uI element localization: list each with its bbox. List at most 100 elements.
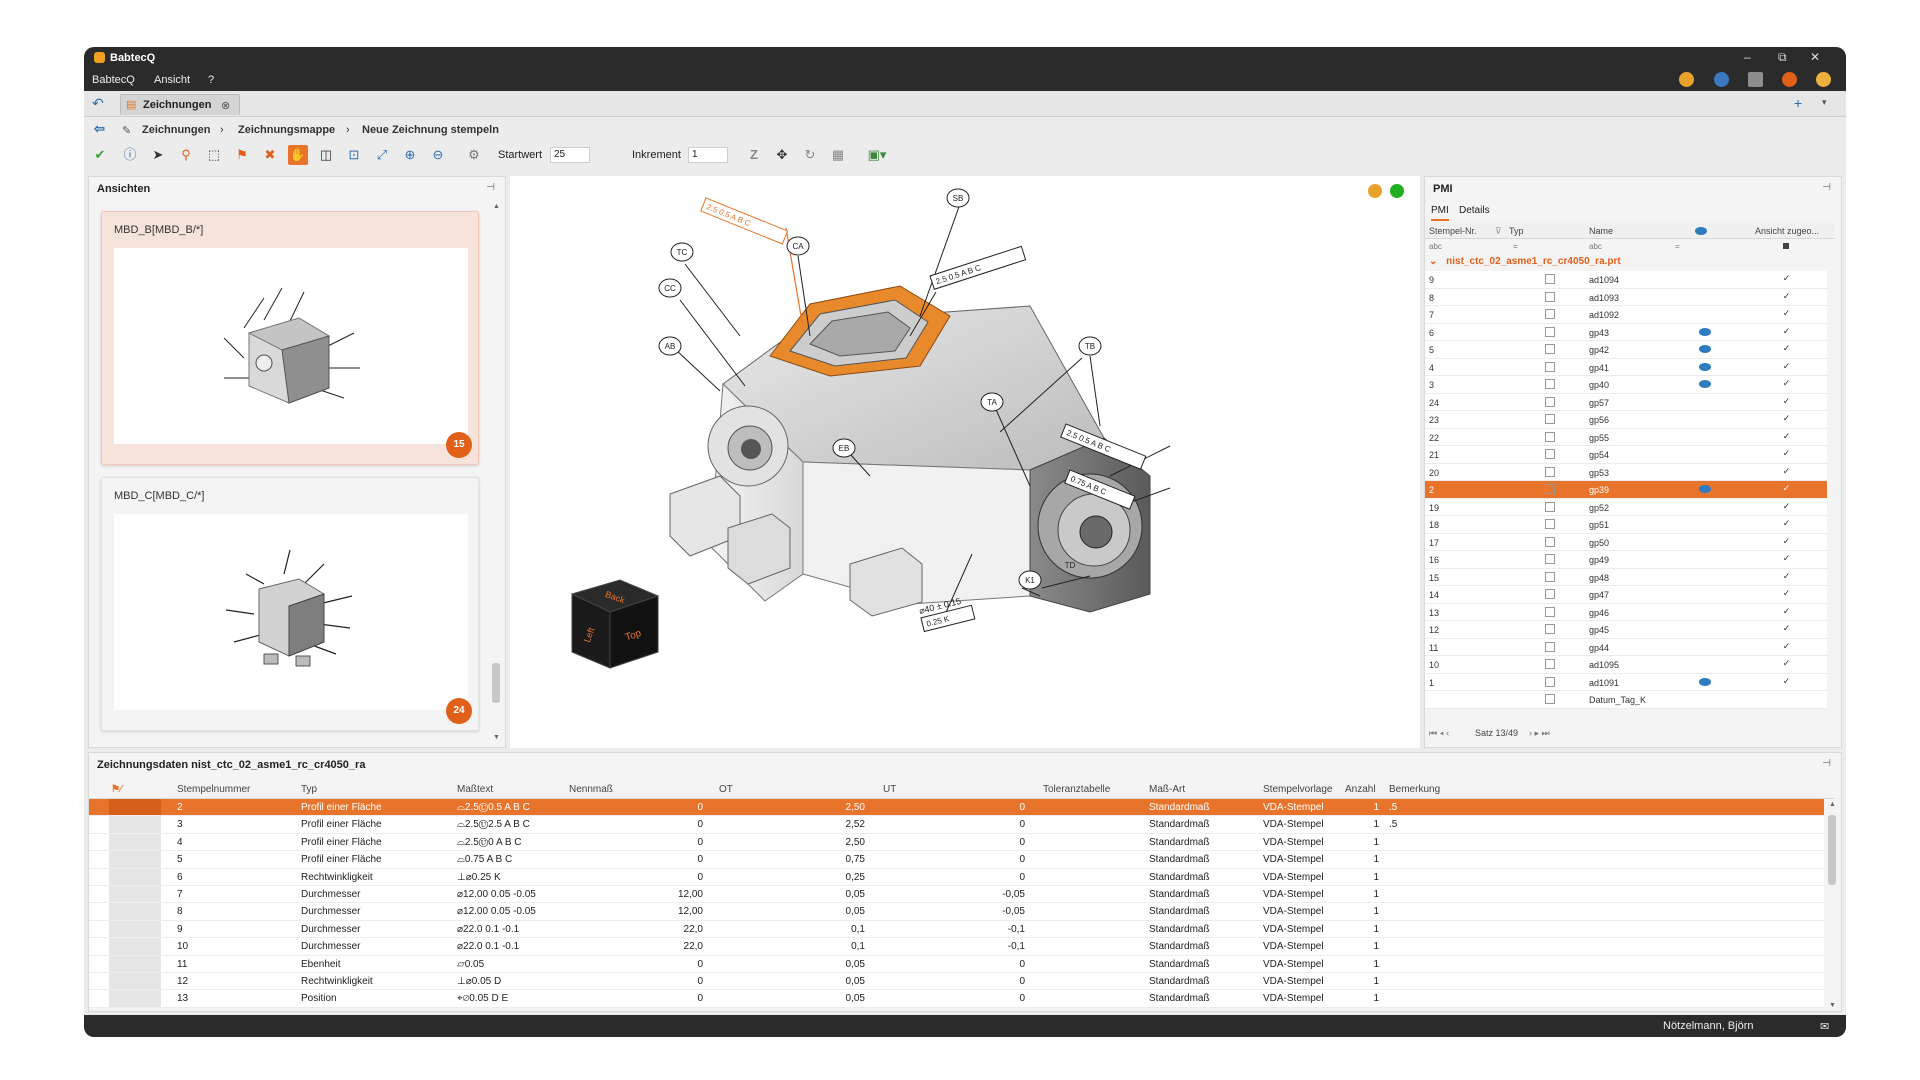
stamp-icon[interactable]: ⚲ <box>176 145 196 165</box>
data-col-header[interactable]: Stempelvorlage <box>1263 784 1332 795</box>
view-card-mbd-c[interactable]: MBD_C[MBD_C/*] 24 <box>101 477 479 731</box>
data-col-header[interactable]: OT <box>719 784 733 795</box>
stamp-tools-icon[interactable]: ⚑⁄ <box>111 784 122 795</box>
data-col-header[interactable]: UT <box>883 784 896 795</box>
data-row[interactable]: 11 Ebenheit ⏥0.05 0 0,05 0 Standardmaß VDA-Stem… <box>89 955 1824 973</box>
assigned-checkbox[interactable]: ✓ <box>1781 343 1792 354</box>
refresh-icon[interactable] <box>1782 72 1797 87</box>
crumb-zeichnungen[interactable]: Zeichnungen <box>142 124 210 136</box>
close-button[interactable]: ✕ <box>1810 50 1820 64</box>
pmi-row[interactable]: 10 ad1095 ✓ <box>1425 656 1827 674</box>
assigned-checkbox[interactable]: ✓ <box>1781 676 1792 687</box>
pmi-row[interactable]: 23 gp56 ✓ <box>1425 411 1827 429</box>
pin-icon[interactable]: ⊣ <box>486 182 495 193</box>
assigned-checkbox[interactable]: ✓ <box>1781 483 1792 494</box>
data-row[interactable]: 3 Profil einer Fläche ⌓2.5Ⓤ2.5 A B C 0 2,52 0… <box>89 816 1824 834</box>
pmi-row[interactable]: 13 gp46 ✓ <box>1425 603 1827 621</box>
filter-checkbox[interactable] <box>1783 243 1789 249</box>
renumber-icon[interactable]: Z <box>744 145 764 165</box>
user-icon[interactable] <box>1679 72 1694 87</box>
pmi-row[interactable]: 17 gp50 ✓ <box>1425 533 1827 551</box>
pmi-row[interactable]: 8 ad1093 ✓ <box>1425 288 1827 306</box>
layout-dropdown-icon[interactable]: ▣▾ <box>862 145 892 165</box>
data-col-header[interactable]: Maß-Art <box>1149 784 1185 795</box>
visibility-eye-icon[interactable] <box>1699 380 1711 388</box>
col-ansicht[interactable]: Ansicht zugeo... <box>1755 226 1819 236</box>
pmi-row[interactable]: 9 ad1094 ✓ <box>1425 271 1827 289</box>
assigned-checkbox[interactable]: ✓ <box>1781 326 1792 337</box>
assigned-checkbox[interactable]: ✓ <box>1781 413 1792 424</box>
pmi-row[interactable]: 2 gp39 ✓ <box>1425 481 1827 499</box>
rotate-icon[interactable]: ↻ <box>800 145 820 165</box>
menu-ansicht[interactable]: Ansicht <box>154 74 190 86</box>
zoom-out-icon[interactable]: ⊖ <box>428 145 448 165</box>
menu-help[interactable]: ? <box>208 74 214 86</box>
data-col-header[interactable]: Anzahl <box>1345 784 1376 795</box>
pmi-row[interactable]: 24 gp57 ✓ <box>1425 393 1827 411</box>
pmi-row[interactable]: 19 gp52 ✓ <box>1425 498 1827 516</box>
assigned-checkbox[interactable]: ✓ <box>1781 658 1792 669</box>
settings-icon[interactable] <box>1816 72 1831 87</box>
gear-icon[interactable]: ⚙ <box>464 145 484 165</box>
pin-icon[interactable]: ⊣ <box>1822 182 1831 193</box>
col-stempel-nr[interactable]: Stempel-Nr. <box>1429 226 1477 236</box>
pmi-row[interactable]: 1 ad1091 ✓ <box>1425 673 1827 691</box>
pmi-row[interactable]: 20 gp53 ✓ <box>1425 463 1827 481</box>
pmi-row[interactable]: 3 gp40 ✓ <box>1425 376 1827 394</box>
assigned-checkbox[interactable]: ✓ <box>1781 448 1792 459</box>
restore-button[interactable]: ⧉ <box>1778 50 1787 65</box>
data-col-header[interactable]: Typ <box>301 784 317 795</box>
select-arrow-icon[interactable]: ➤ <box>148 145 168 165</box>
visibility-eye-icon[interactable] <box>1699 362 1711 371</box>
data-row[interactable]: 5 Profil einer Fläche ⌓0.75 A B C 0 0,75 0 Sta… <box>89 851 1824 869</box>
assigned-checkbox[interactable]: ✓ <box>1781 623 1792 634</box>
filter-icon[interactable]: ⊽ <box>1495 226 1502 237</box>
home-icon[interactable]: ↶ <box>92 95 104 112</box>
assigned-checkbox[interactable]: ✓ <box>1781 361 1792 372</box>
pan-hand-icon[interactable]: ✋ <box>288 145 308 165</box>
inkrement-input[interactable]: 1 <box>688 147 728 163</box>
pmi-row[interactable]: 6 gp43 ✓ <box>1425 323 1827 341</box>
views-scrollbar[interactable]: ▲ ▼ <box>491 201 501 741</box>
pmi-row[interactable]: 22 gp55 ✓ <box>1425 428 1827 446</box>
col-visibility-eye-icon[interactable] <box>1695 227 1707 235</box>
pmi-group-header[interactable]: ⌄ nist_ctc_02_asme1_rc_cr4050_ra.prt <box>1429 256 1621 267</box>
data-col-header[interactable]: Stempelnummer <box>177 784 250 795</box>
startwert-input[interactable]: 25 <box>550 147 590 163</box>
assigned-checkbox[interactable]: ✓ <box>1781 273 1792 284</box>
pmi-row[interactable]: 11 gp44 ✓ <box>1425 638 1827 656</box>
assigned-checkbox[interactable]: ✓ <box>1781 501 1792 512</box>
pmi-row[interactable]: 15 gp48 ✓ <box>1425 568 1827 586</box>
col-name[interactable]: Name <box>1589 226 1613 236</box>
orientation-cube[interactable]: Back Left Top <box>570 579 660 669</box>
3d-viewport[interactable]: SB CA TB TA AB EB CC TC TD K1 2.5 0.5 A … <box>510 176 1420 748</box>
pmi-row[interactable]: Datum_Tag_K <box>1425 691 1827 709</box>
expand-chevron-icon[interactable]: ⌄ <box>1429 256 1437 267</box>
globe-icon[interactable] <box>1714 72 1729 87</box>
filter-typ[interactable]: = <box>1513 242 1518 251</box>
data-row[interactable]: 10 Durchmesser ⌀22.0 0.1 -0.1 22,0 0,1 -0,1 St… <box>89 938 1824 956</box>
minimize-button[interactable]: – <box>1744 50 1751 64</box>
pmi-row[interactable]: 21 gp54 ✓ <box>1425 446 1827 464</box>
data-row[interactable]: 9 Durchmesser ⌀22.0 0.1 -0.1 22,0 0,1 -0,1 Sta… <box>89 920 1824 939</box>
tab-close-icon[interactable]: ⊗ <box>221 99 230 112</box>
add-tab-icon[interactable]: + <box>1794 95 1802 111</box>
filter-nr[interactable]: abc <box>1429 242 1442 251</box>
visibility-eye-icon[interactable] <box>1699 327 1711 336</box>
assigned-checkbox[interactable]: ✓ <box>1781 291 1792 302</box>
crumb-zeichnungsmappe[interactable]: Zeichnungsmappe <box>238 124 335 136</box>
assigned-checkbox[interactable]: ✓ <box>1781 518 1792 529</box>
table-icon[interactable]: ▦ <box>828 145 848 165</box>
zoom-in-icon[interactable]: ⊕ <box>400 145 420 165</box>
pmi-row[interactable]: 14 gp47 ✓ <box>1425 586 1827 604</box>
pager-nav-icon[interactable]: ⏮ ◂ ‹ <box>1429 728 1449 739</box>
assigned-checkbox[interactable]: ✓ <box>1781 536 1792 547</box>
mail-icon[interactable]: ✉ <box>1820 1020 1829 1033</box>
info-icon[interactable]: ⓘ <box>120 145 140 165</box>
cube-icon[interactable]: ◫ <box>316 145 336 165</box>
pin-icon[interactable]: ⊣ <box>1822 758 1831 769</box>
data-row[interactable]: 2 Profil einer Fläche ⌓2.5Ⓤ0.5 A B C 0 2,50 0… <box>89 799 1824 817</box>
data-row[interactable]: 8 Durchmesser ⌀12.00 0.05 -0.05 12,00 0,05 -0… <box>89 903 1824 921</box>
filter-visible[interactable]: = <box>1675 242 1680 251</box>
menu-babtecq[interactable]: BabtecQ <box>92 74 135 86</box>
